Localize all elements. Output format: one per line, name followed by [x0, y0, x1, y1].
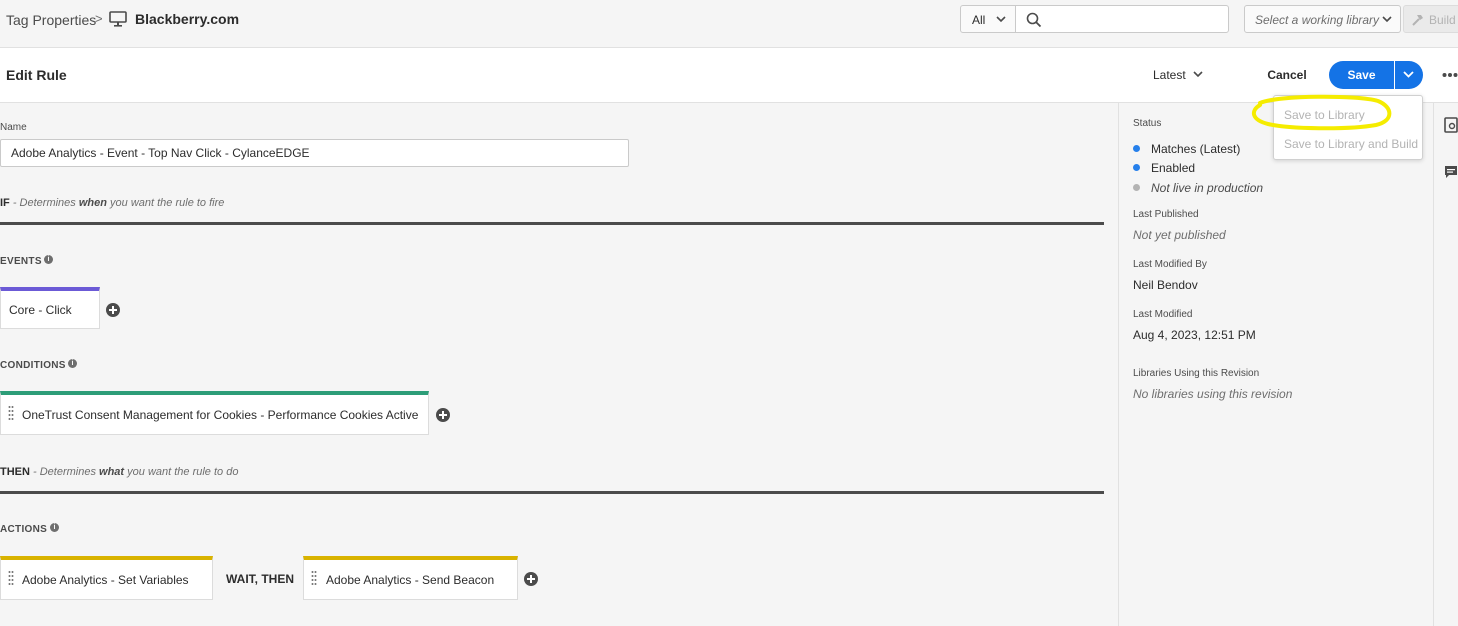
name-label: Name [0, 122, 27, 133]
drag-handle-icon[interactable] [8, 570, 14, 586]
then-desc-bold: what [99, 466, 125, 478]
event-card-label: Core - Click [9, 303, 72, 317]
event-card[interactable]: Core - Click [0, 287, 100, 329]
drag-handle-icon[interactable] [311, 570, 317, 586]
status-item: Enabled [1133, 161, 1195, 175]
then-section-heading: THEN - Determines what you want the rule… [0, 466, 238, 478]
chevron-down-icon [996, 16, 1006, 23]
if-desc-bold: when [78, 197, 107, 209]
rule-header: Edit Rule Latest Cancel Save [0, 48, 1458, 103]
action-card[interactable]: Adobe Analytics - Set Variables [0, 556, 213, 600]
libraries-label: Libraries Using this Revision [1133, 368, 1260, 379]
breadcrumb-tag-properties[interactable]: Tag Properties [6, 12, 96, 28]
last-modified-by-value: Neil Bendov [1133, 278, 1198, 292]
info-icon[interactable]: i [68, 359, 77, 368]
comment-icon[interactable] [1444, 165, 1458, 179]
if-desc-post: you want the rule to fire [106, 197, 225, 209]
events-label: EVENTS [0, 256, 42, 267]
chevron-down-icon [1382, 16, 1392, 23]
then-desc-pre: - Determines [29, 466, 100, 478]
info-icon[interactable]: i [50, 523, 59, 532]
last-modified-by-label: Last Modified By [1133, 259, 1207, 270]
side-rail [1433, 103, 1458, 626]
condition-card-label: OneTrust Consent Management for Cookies … [22, 408, 419, 422]
working-library-select[interactable]: Select a working library [1244, 5, 1401, 33]
search-icon [1026, 12, 1042, 28]
last-modified-label: Last Modified [1133, 309, 1193, 320]
if-section-heading: IF - Determines when you want the rule t… [0, 197, 224, 209]
status-item-label: Not live in production [1151, 181, 1264, 195]
if-keyword: IF [0, 197, 10, 209]
more-options-icon[interactable] [1442, 72, 1458, 78]
then-desc-post: you want the rule to do [124, 466, 239, 478]
status-dot-icon [1133, 184, 1140, 191]
chevron-down-icon[interactable] [1193, 71, 1203, 78]
action-card-label: Adobe Analytics - Set Variables [22, 573, 189, 587]
conditions-label: CONDITIONS [0, 360, 66, 371]
action-card[interactable]: Adobe Analytics - Send Beacon [303, 556, 518, 600]
drag-handle-icon[interactable] [8, 405, 14, 421]
revision-select[interactable]: Latest [1153, 68, 1186, 82]
breadcrumb-property-name[interactable]: Blackberry.com [135, 11, 239, 27]
build-button-label: Build [1429, 13, 1456, 27]
rule-info-panel: Status Matches (Latest) Enabled Not live… [1118, 103, 1433, 626]
chevron-down-icon [1403, 71, 1414, 78]
info-icon[interactable]: i [44, 255, 53, 264]
last-published-label: Last Published [1133, 209, 1199, 220]
status-label: Status [1133, 118, 1162, 129]
cancel-button[interactable]: Cancel [1258, 61, 1316, 89]
save-options-button[interactable] [1395, 61, 1423, 89]
save-button[interactable]: Save [1329, 61, 1394, 89]
last-published-value: Not yet published [1133, 228, 1226, 242]
add-action-icon[interactable] [524, 572, 538, 586]
actions-label: ACTIONS [0, 524, 48, 535]
highlight-annotation [1251, 94, 1392, 131]
status-item-label: Matches (Latest) [1151, 142, 1241, 156]
status-item-label: Enabled [1151, 161, 1196, 175]
wait-then-connector: WAIT, THEN [226, 572, 294, 586]
status-item: Not live in production [1133, 181, 1263, 195]
info-panel-icon[interactable] [1444, 117, 1458, 133]
then-keyword: THEN [0, 466, 30, 478]
if-divider [0, 222, 1104, 225]
search-input[interactable] [1050, 10, 1220, 28]
add-condition-icon[interactable] [436, 408, 450, 422]
rule-editor: Name IF - Determines when you want the r… [0, 103, 1118, 626]
add-event-icon[interactable] [106, 303, 120, 317]
condition-card[interactable]: OneTrust Consent Management for Cookies … [0, 391, 429, 435]
breadcrumb-separator: > [95, 11, 103, 26]
status-dot-icon [1133, 145, 1140, 152]
top-bar: Tag Properties > Blackberry.com All Sele… [0, 0, 1458, 48]
menu-item-save-to-library-and-build[interactable]: Save to Library and Build [1284, 137, 1418, 151]
working-library-placeholder: Select a working library [1255, 13, 1380, 27]
build-button[interactable]: Build [1403, 5, 1458, 33]
action-card-label: Adobe Analytics - Send Beacon [326, 573, 495, 587]
search-field[interactable] [1015, 5, 1229, 33]
status-item: Matches (Latest) [1133, 142, 1240, 156]
page-title: Edit Rule [6, 67, 67, 83]
then-divider [0, 491, 1104, 494]
hammer-icon [1412, 15, 1423, 26]
rule-name-input[interactable] [0, 139, 629, 167]
filter-select[interactable]: All [960, 5, 1016, 33]
status-dot-icon [1133, 164, 1140, 171]
if-desc-pre: - Determines [9, 197, 79, 209]
filter-select-value: All [972, 13, 986, 27]
libraries-value: No libraries using this revision [1133, 387, 1293, 401]
monitor-icon [109, 11, 127, 27]
last-modified-value: Aug 4, 2023, 12:51 PM [1133, 328, 1256, 342]
